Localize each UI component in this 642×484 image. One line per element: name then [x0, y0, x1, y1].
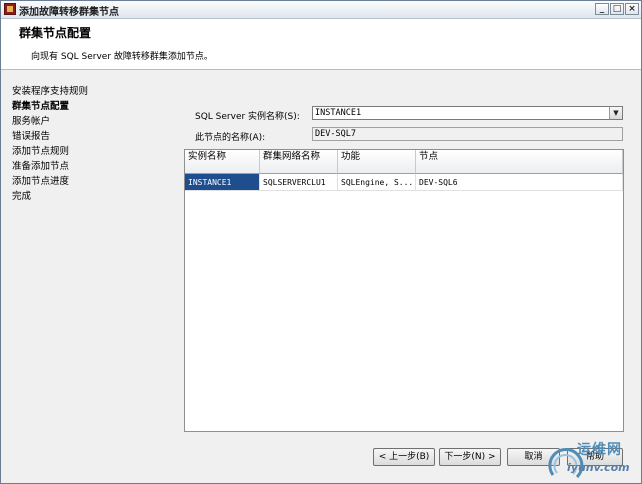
sidebar-item-setup-support-rules[interactable]: 安装程序支持规则	[12, 86, 88, 98]
table-header-instance-name[interactable]: 实例名称	[185, 150, 260, 174]
sidebar: 安装程序支持规则 群集节点配置 服务帐户 错误报告 添加节点规则 准备添加节点 …	[1, 70, 171, 483]
sidebar-item-complete[interactable]: 完成	[12, 191, 31, 203]
dialog-window: 添加故障转移群集节点 _ □ × 群集节点配置 向现有 SQL Server 故…	[0, 0, 642, 484]
table-cell-node[interactable]: DEV-SQL6	[416, 174, 623, 190]
page-subtitle: 向现有 SQL Server 故障转移群集添加节点。	[31, 52, 213, 62]
node-name-field: DEV-SQL7	[312, 127, 623, 141]
sidebar-item-add-node-rules[interactable]: 添加节点规则	[12, 146, 69, 158]
node-name-value: DEV-SQL7	[315, 129, 356, 139]
sidebar-item-cluster-node-config[interactable]: 群集节点配置	[12, 101, 69, 113]
next-button[interactable]: 下一步(N) >	[439, 448, 501, 466]
window-title: 添加故障转移群集节点	[19, 7, 119, 18]
table-header-cluster-network-name[interactable]: 群集网络名称	[260, 150, 338, 174]
sidebar-item-add-node-progress[interactable]: 添加节点进度	[12, 176, 69, 188]
sidebar-item-service-accounts[interactable]: 服务帐户	[12, 116, 50, 128]
row-divider	[185, 190, 623, 191]
watermark-text: 运维网	[577, 442, 622, 458]
node-name-label: 此节点的名称(A):	[195, 133, 266, 143]
back-button[interactable]: < 上一步(B)	[373, 448, 435, 466]
table-cell-cluster-network-name[interactable]: SQLSERVERCLU1	[260, 174, 338, 190]
app-icon	[4, 3, 16, 15]
close-icon[interactable]: ×	[625, 3, 639, 15]
table-header-features[interactable]: 功能	[338, 150, 416, 174]
watermark: 运维网 iyunv.com	[547, 439, 639, 483]
instance-name-select[interactable]: INSTANCE1 ▼	[312, 106, 623, 120]
watermark-url: iyunv.com	[567, 461, 630, 474]
chevron-down-icon[interactable]: ▼	[609, 107, 622, 119]
instance-name-value: INSTANCE1	[315, 108, 362, 118]
instance-name-label: SQL Server 实例名称(S):	[195, 112, 300, 122]
table-cell-features[interactable]: SQLEngine, S...	[338, 174, 416, 190]
maximize-icon[interactable]: □	[610, 3, 624, 15]
sidebar-item-ready-to-add-node[interactable]: 准备添加节点	[12, 161, 69, 173]
page-title: 群集节点配置	[19, 26, 92, 40]
sidebar-item-error-reporting[interactable]: 错误报告	[12, 131, 50, 143]
instances-table[interactable]: 实例名称 群集网络名称 功能 节点 INSTANCE1 SQLSERVERCLU…	[184, 149, 624, 432]
minimize-icon[interactable]: _	[595, 3, 609, 15]
page-header: 群集节点配置 向现有 SQL Server 故障转移群集添加节点。	[1, 19, 641, 70]
table-cell-instance-name[interactable]: INSTANCE1	[185, 174, 260, 190]
title-bar: 添加故障转移群集节点 _ □ ×	[1, 1, 641, 19]
table-header-node[interactable]: 节点	[416, 150, 623, 174]
